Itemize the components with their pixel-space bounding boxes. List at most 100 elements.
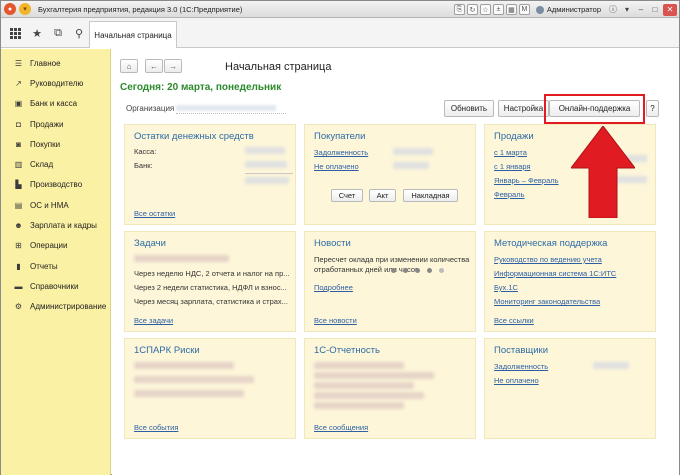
panel-method: Методическая поддержка Руководство по ве… [484,231,656,332]
refresh-button[interactable]: Обновить [444,100,494,117]
sales-jan-feb-link[interactable]: Январь – Февраль [494,176,559,185]
redacted-value [245,177,289,184]
sidebar-item-reports[interactable]: ▮ Отчеты [1,256,110,276]
panel-title: Новости [314,238,351,249]
star-icon[interactable]: ★ [31,27,43,40]
all-news-link[interactable]: Все новости [314,316,357,325]
all-events-link[interactable]: Все события [134,423,178,432]
all-messages-link[interactable]: Все сообщения [314,423,368,432]
sidebar-item-warehouse[interactable]: ▥ Склад [1,154,110,174]
help-button[interactable]: ? [646,100,659,117]
waybill-button[interactable]: Накладная [403,189,458,202]
redacted-value [245,161,287,168]
act-button[interactable]: Акт [369,189,396,202]
invoice-button[interactable]: Счет [331,189,363,202]
title-bar: ● ▾ Бухгалтерия предприятия, редакция 3.… [1,1,679,18]
sidebar-item-label: Производство [30,180,83,190]
search-icon[interactable]: ⚲ [73,27,85,40]
redacted-value [134,376,254,383]
method-link[interactable]: Бух.1С [494,283,518,292]
bank-icon: ▣ [14,99,23,109]
suppliers-debt-link[interactable]: Задолженность [494,362,548,371]
sidebar-item-label: Банк и касса [30,99,78,109]
buyers-debt-link[interactable]: Задолженность [314,148,368,157]
copy-icon[interactable]: ⎘ [453,4,465,15]
sidebar-item-bank[interactable]: ▣ Банк и касса [1,94,110,114]
method-link[interactable]: Информационная система 1С:ИТС [494,269,616,278]
gear-icon: ⚙ [14,302,23,312]
user-icon [535,5,544,14]
home-icon: ⌂ [126,61,132,71]
settings-button[interactable]: Настройка [498,100,549,117]
arrow-left-icon: ← [150,61,158,71]
book-icon: ▬ [14,281,23,291]
back-button[interactable]: ← [145,59,163,73]
carousel-dot[interactable] [439,268,444,273]
chart-line-icon: ↗ [15,78,22,88]
all-links-link[interactable]: Все ссылки [494,316,534,325]
sidebar-item-sales[interactable]: ◘ Продажи [1,114,110,134]
sidebar-item-manager[interactable]: ↗ Руководителю [1,73,110,93]
carousel-dot[interactable] [415,268,420,273]
arrow-right-icon: → [169,61,177,71]
red-arrow-up [571,126,635,218]
favorites-icon[interactable]: ☆ [479,4,491,15]
minimize-button[interactable]: – [635,4,647,16]
org-field[interactable] [176,104,286,114]
list-icon: ☰ [14,58,23,68]
info-icon[interactable]: ⓘ [607,4,619,16]
warehouse-icon: ▥ [14,160,23,170]
redacted-value [393,148,433,155]
panel-suppliers: Поставщики Задолженность Не оплачено [484,338,656,439]
sales-feb-link[interactable]: Февраль [494,190,524,199]
sidebar-item-label: Склад [30,160,54,170]
sales-since-jan-link[interactable]: с 1 января [494,162,531,171]
carousel-dot[interactable] [391,268,396,273]
today-date: Сегодня: 20 марта, понедельник [120,82,282,93]
user-menu[interactable]: Администратор [535,5,601,14]
forward-button[interactable]: → [164,59,182,73]
tab-label: Начальная страница [94,30,172,40]
panel-cash: Остатки денежных средств Касса: Банк: Вс… [124,124,296,225]
close-button[interactable]: ✕ [663,3,677,16]
sidebar-item-main[interactable]: ☰ Главное [1,53,110,73]
sales-since-march-link[interactable]: с 1 марта [494,148,527,157]
carousel-dot[interactable] [427,268,432,273]
suppliers-unpaid-link[interactable]: Не оплачено [494,376,539,385]
buyers-unpaid-link[interactable]: Не оплачено [314,162,359,171]
method-link[interactable]: Мониторинг законодательства [494,297,600,306]
redacted-value [134,255,229,262]
reports-icon: ▮ [16,261,21,271]
panel-news: Новости Пересчет оклада при изменении ко… [304,231,476,332]
method-link[interactable]: Руководство по ведению учета [494,255,602,264]
apps-grid-icon[interactable] [9,27,21,39]
all-tasks-link[interactable]: Все задачи [134,316,173,325]
calculator-icon[interactable]: ± [492,4,504,15]
window-menu-icon[interactable]: ▾ [621,4,633,16]
carousel-dot[interactable] [403,268,408,273]
history-panel-icon[interactable]: ⧉ [52,27,64,39]
sidebar-item-salary[interactable]: ☻ Зарплата и кадры [1,215,110,235]
history-icon[interactable]: ↻ [466,4,478,15]
factory-icon: ▙ [15,180,22,190]
all-balances-link[interactable]: Все остатки [134,209,175,218]
calendar-icon[interactable]: ▦ [505,4,517,15]
sidebar-item-production[interactable]: ▙ Производство [1,175,110,195]
sidebar-item-directories[interactable]: ▬ Справочники [1,276,110,296]
sidebar-item-operations[interactable]: ⊞ Операции [1,236,110,256]
panel-title: 1С-Отчетность [314,345,380,356]
operations-icon: ⊞ [15,241,22,251]
sidebar-item-purchases[interactable]: ◙ Покупки [1,134,110,154]
sidebar-item-admin[interactable]: ⚙ Администрирование [1,297,110,317]
news-more-link[interactable]: Подробнее [314,283,353,292]
task-item[interactable]: Через 2 недели статистика, НДФЛ и взнос.… [134,283,287,292]
task-item[interactable]: Через месяц зарплата, статистика и страх… [134,297,288,306]
maximize-button[interactable]: □ [649,4,661,16]
sidebar-item-assets[interactable]: ▤ ОС и НМА [1,195,110,215]
home-button[interactable]: ⌂ [120,59,138,73]
main-menu-icon[interactable]: ▾ [19,3,31,15]
zoom-icon[interactable]: M [518,4,530,15]
task-item[interactable]: Через неделю НДС, 2 отчета и налог на пр… [134,269,290,278]
tab-start-page[interactable]: Начальная страница [89,21,177,48]
cash-bank-label: Банк: [134,161,153,170]
